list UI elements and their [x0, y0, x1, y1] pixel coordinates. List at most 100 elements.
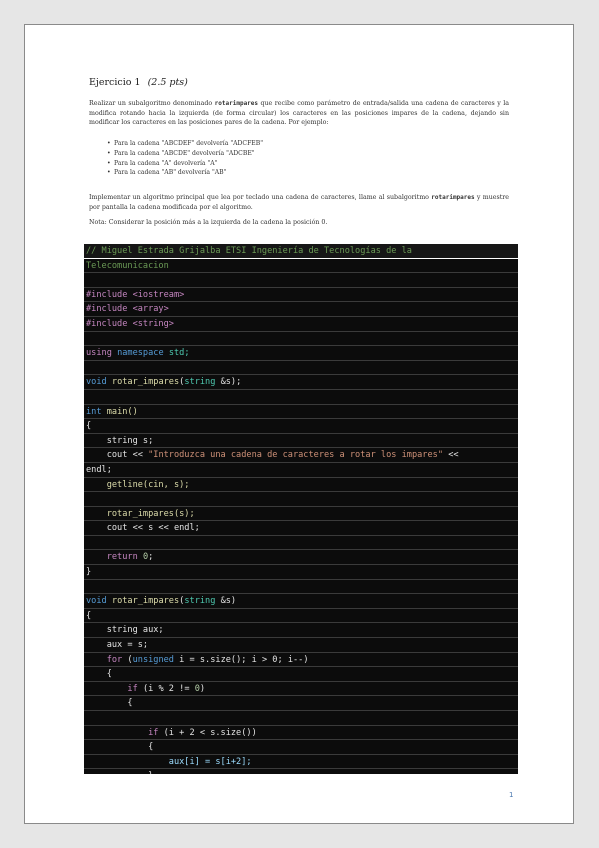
list-item: Para la cadena "A" devolvería "A" — [107, 159, 263, 169]
code-include: #include <array> — [86, 304, 169, 315]
note-paragraph: Nota: Considerar la posición más a la iz… — [89, 219, 328, 226]
code-line: int main() — [84, 405, 518, 420]
exercise-title: Ejercicio 1 (2.5 pts) — [89, 77, 188, 88]
code-line: #include <array> — [84, 302, 518, 317]
code-line: for (unsigned i = s.size(); i > 0; i--) — [84, 653, 518, 668]
code-function: main() — [106, 406, 138, 417]
code-line: void rotar_impares(string &s) — [84, 594, 518, 609]
code-line — [84, 536, 518, 551]
code-text: << — [443, 450, 459, 461]
code-keyword: using — [86, 348, 112, 359]
code-text: rotar_impares(s); — [86, 508, 195, 519]
code-line — [84, 273, 518, 288]
code-line: Telecomunicacion — [84, 259, 518, 274]
code-text: &s) — [215, 596, 237, 607]
code-function: rotar_impares — [111, 377, 180, 388]
code-line — [84, 492, 518, 507]
code-function: rotar_impares — [111, 596, 180, 607]
code-line: using namespace std; — [84, 346, 518, 361]
code-string: "Introduzca una cadena de caracteres a r… — [148, 450, 444, 461]
code-keyword: for — [106, 654, 123, 665]
code-line — [84, 361, 518, 376]
exercise-title-text: Ejercicio 1 — [89, 77, 141, 88]
code-keyword: if — [148, 727, 159, 738]
code-line: #include <string> — [84, 317, 518, 332]
intro-paragraph: Realizar un subalgoritmo denominado rota… — [89, 99, 509, 128]
code-line: return 0; — [84, 550, 518, 566]
code-line — [84, 580, 518, 595]
code-comment: // Miguel Estrada Grijalba ETSI Ingenier… — [86, 246, 412, 256]
code-line: #include <iostream> — [84, 288, 518, 303]
code-namespace: std; — [168, 348, 190, 359]
code-text: string aux; — [86, 625, 164, 636]
code-text: cout << — [86, 450, 149, 461]
main-code: rotarimpares — [431, 194, 475, 201]
intro-text-a: Realizar un subalgoritmo denominado — [89, 100, 215, 107]
code-text: ( — [122, 654, 133, 665]
code-include: #include <iostream> — [86, 289, 185, 300]
code-text: (i + 2 < s.size()) — [158, 727, 257, 738]
list-item: Para la cadena "ABCDEF" devolvería "ADCF… — [107, 139, 263, 149]
code-text: { — [86, 669, 112, 680]
intro-code: rotarimpares — [214, 100, 259, 107]
code-text: i = s.size(); i > 0; i--) — [174, 654, 309, 665]
code-line: // Miguel Estrada Grijalba ETSI Ingenier… — [84, 244, 518, 259]
code-block: // Miguel Estrada Grijalba ETSI Ingenier… — [84, 244, 518, 774]
main-paragraph: Implementar un algoritmo principal que l… — [89, 193, 509, 212]
code-keyword: if — [127, 683, 138, 694]
code-line: endl; — [84, 463, 518, 478]
code-text: getline(cin, s); — [86, 479, 190, 490]
code-keyword: return — [106, 552, 138, 563]
code-line: void rotar_impares(string &s); — [84, 375, 518, 390]
code-type: string — [184, 377, 216, 388]
code-type: string — [184, 596, 216, 607]
code-line: { — [84, 419, 518, 434]
code-type: unsigned — [132, 654, 174, 665]
code-line: aux[i] = s[i+2]; — [84, 755, 518, 770]
code-text: string s; — [86, 435, 154, 446]
document-page: Ejercicio 1 (2.5 pts) Realizar un subalg… — [24, 24, 574, 824]
code-line: } — [84, 769, 518, 774]
code-text: cout << s << endl; — [86, 523, 200, 534]
code-text: endl; — [86, 464, 112, 475]
list-item: Para la cadena "ABCDE" devolvería "ADCBE… — [107, 149, 263, 159]
code-line: { — [84, 667, 518, 682]
code-text: } — [86, 771, 153, 774]
list-item: Para la cadena "AB" devolvería "AB" — [107, 168, 263, 178]
code-text: ) — [199, 683, 206, 694]
page-number: 1 — [509, 791, 514, 799]
code-include: #include <string> — [86, 318, 174, 329]
code-line — [84, 711, 518, 726]
code-line: cout << "Introduzca una cadena de caract… — [84, 448, 518, 463]
code-keyword: int — [86, 406, 102, 417]
code-text: { — [86, 742, 154, 753]
code-line: string s; — [84, 434, 518, 449]
code-text: aux = s; — [86, 640, 149, 651]
code-line: if (i % 2 != 0) — [84, 682, 518, 697]
code-text: (i % 2 != — [137, 683, 195, 694]
examples-list: Para la cadena "ABCDEF" devolvería "ADCF… — [107, 139, 263, 178]
code-text: } — [86, 567, 92, 578]
main-text-a: Implementar un algoritmo principal que l… — [89, 194, 432, 201]
code-text: &s); — [215, 377, 242, 388]
code-line — [84, 332, 518, 347]
code-line — [84, 390, 518, 405]
code-text: { — [86, 698, 133, 709]
code-line: cout << s << endl; — [84, 521, 518, 536]
code-line: { — [84, 740, 518, 755]
code-keyword: void — [86, 596, 107, 607]
code-comment: Telecomunicacion — [86, 260, 169, 271]
code-line: rotar_impares(s); — [84, 507, 518, 522]
code-keyword: namespace — [117, 348, 164, 359]
code-text: aux[i] = s[i+2]; — [86, 756, 252, 767]
code-keyword: void — [86, 377, 107, 388]
code-number: 0 — [142, 552, 149, 563]
code-text: { — [86, 421, 92, 432]
exercise-points: (2.5 pts) — [147, 77, 188, 88]
code-line: } — [84, 565, 518, 580]
code-line: { — [84, 609, 518, 624]
code-line: string aux; — [84, 623, 518, 639]
code-line: getline(cin, s); — [84, 478, 518, 493]
code-line: aux = s; — [84, 638, 518, 653]
code-line: if (i + 2 < s.size()) — [84, 726, 518, 741]
